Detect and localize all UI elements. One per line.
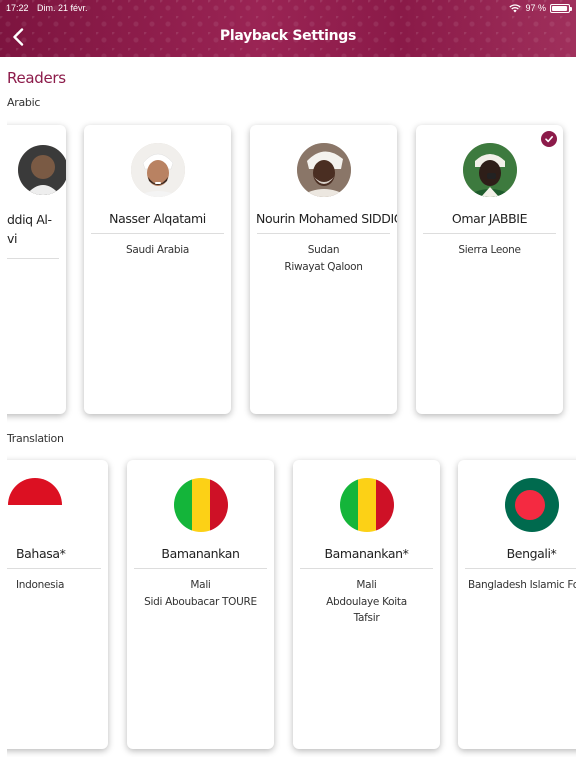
status-indicators: 97 % <box>509 3 572 13</box>
card-divider <box>257 233 390 234</box>
reader-card[interactable]: ddiq Al- vi <box>7 125 66 414</box>
card-divider <box>465 568 576 569</box>
reader-info: Sierra Leone <box>458 244 521 256</box>
translation-card[interactable]: Bengali* Bangladesh Islamic Foun <box>458 460 576 749</box>
battery-icon <box>550 3 572 13</box>
reader-name: Nasser Alqatami <box>109 211 206 226</box>
mali-flag-icon <box>339 478 394 532</box>
reader-info: Sudan Riwayat Qaloon <box>284 244 363 273</box>
card-divider <box>7 568 101 569</box>
translation-card[interactable]: Bamanankan* Mali Abdoulaye Koita Tafsir <box>293 460 440 749</box>
translation-group-label: Translation <box>7 432 64 445</box>
reader-avatar <box>130 143 185 197</box>
reader-name: Omar JABBIE <box>451 211 528 226</box>
reader-info: Saudi Arabia <box>125 244 190 256</box>
indonesia-flag-icon <box>7 478 62 532</box>
translation-carousel[interactable]: Bahasa* Indonesia Bamanankan Mali Sidi A… <box>7 453 576 757</box>
app-header: 17:22 Dim. 21 févr. 97 % Playback Settin… <box>0 0 576 57</box>
card-divider <box>423 233 556 234</box>
card-divider <box>91 233 224 234</box>
mali-flag-icon <box>173 478 228 532</box>
translation-name: Bahasa* <box>16 546 66 561</box>
reader-avatar <box>18 145 66 195</box>
battery-percent: 97 % <box>525 3 546 13</box>
card-divider <box>7 258 59 259</box>
reader-avatar <box>296 143 351 197</box>
readers-carousel[interactable]: ddiq Al- vi Nasser Alqatami Saudi Arabia <box>7 118 576 424</box>
readers-section-title: Readers <box>7 69 66 87</box>
reader-photo-icon <box>130 143 185 197</box>
reader-photo-icon <box>18 145 66 195</box>
reader-name: ddiq Al- vi <box>7 212 52 246</box>
reader-card[interactable]: Nasser Alqatami Saudi Arabia <box>84 125 231 414</box>
reader-avatar <box>462 143 517 197</box>
reader-name: Nourin Mohamed SIDDIQ <box>256 211 397 226</box>
status-bar: 17:22 Dim. 21 févr. 97 % <box>0 3 576 15</box>
wifi-icon <box>509 3 522 12</box>
checkmark-icon <box>541 131 557 147</box>
status-date: Dim. 21 févr. <box>37 3 88 13</box>
bangladesh-flag-icon <box>504 478 559 532</box>
translation-info: Mali Abdoulaye Koita Tafsir <box>326 579 407 624</box>
translation-card[interactable]: Bahasa* Indonesia <box>7 460 108 749</box>
card-divider <box>300 568 433 569</box>
arabic-group-label: Arabic <box>7 96 41 109</box>
translation-info: Mali Sidi Aboubacar TOURE <box>144 579 257 608</box>
translation-name: Bamanankan* <box>324 546 409 561</box>
reader-photo-icon <box>462 143 517 197</box>
translation-card[interactable]: Bamanankan Mali Sidi Aboubacar TOURE <box>127 460 274 749</box>
status-time: 17:22 <box>6 3 29 13</box>
translation-info: Indonesia <box>16 579 65 591</box>
reader-photo-icon <box>296 143 351 197</box>
card-divider <box>134 568 267 569</box>
reader-card-selected[interactable]: Omar JABBIE Sierra Leone <box>416 125 563 414</box>
translation-name: Bamanankan <box>161 546 240 561</box>
reader-card[interactable]: Nourin Mohamed SIDDIQ Sudan Riwayat Qalo… <box>250 125 397 414</box>
translation-name: Bengali* <box>506 546 557 561</box>
translation-info: Bangladesh Islamic Foun <box>468 579 576 591</box>
page-title: Playback Settings <box>219 28 357 44</box>
